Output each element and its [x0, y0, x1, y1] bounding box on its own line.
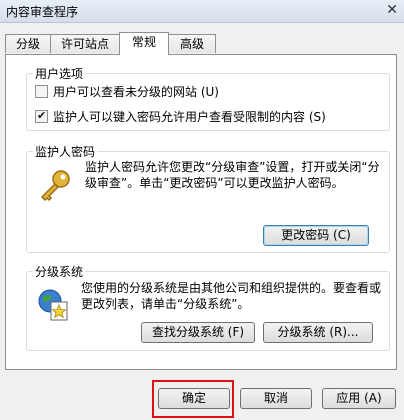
- user-options-group: 用户选项 用户可以查看未分级的网站 (U) 监护人可以键入密码允许用户查看受限制…: [26, 65, 390, 131]
- tab-approved-sites[interactable]: 许可站点: [50, 34, 120, 53]
- find-rating-systems-button[interactable]: 查找分级系统 (F): [141, 322, 255, 343]
- user-options-label: 用户选项: [33, 65, 86, 82]
- rating-systems-button[interactable]: 分级系统 (R)...: [263, 322, 373, 343]
- ok-highlight-box: [152, 380, 234, 418]
- supervisor-description: 监护人密码允许您更改“分级审查”设置，打开或关闭“分级审查”。单击“更改密码”可…: [85, 160, 380, 190]
- supervisor-override-checkbox[interactable]: [35, 109, 48, 123]
- supervisor-password-group: 监护人密码 监护人密码允许您更改“分级审查”设置，打开或关闭“分级审查”。单击“…: [26, 143, 390, 253]
- option-view-unrated[interactable]: 用户可以查看未分级的网站 (U): [35, 83, 219, 99]
- rating-systems-description: 您使用的分级系统是由其他公司和组织提供的。要查看或更改列表，请单击“分级系统”。: [81, 281, 382, 311]
- window-title: 内容审查程序: [6, 5, 79, 19]
- option-supervisor-override[interactable]: 监护人可以键入密码允许用户查看受限制的内容 (S): [35, 108, 326, 124]
- supervisor-password-label: 监护人密码: [33, 143, 98, 160]
- cancel-button[interactable]: 取消: [240, 388, 312, 409]
- tab-general[interactable]: 常规: [119, 32, 169, 55]
- rating-systems-label: 分级系统: [33, 263, 86, 280]
- view-unrated-label: 用户可以查看未分级的网站 (U): [53, 84, 219, 99]
- change-password-button[interactable]: 更改密码 (C): [263, 225, 369, 246]
- supervisor-override-label: 监护人可以键入密码允许用户查看受限制的内容 (S): [53, 109, 326, 124]
- apply-button[interactable]: 应用 (A): [322, 388, 396, 409]
- close-icon[interactable]: ✕: [386, 2, 398, 18]
- rating-document-icon: [38, 289, 68, 321]
- title-bar: 内容审查程序 ✕: [0, 0, 404, 23]
- tab-advanced[interactable]: 高级: [168, 34, 216, 53]
- rating-systems-group: 分级系统 您使用的分级系统是由其他公司和组织提供的。要查看或更改列表，请单击“分…: [26, 263, 390, 351]
- tab-panel-general: 用户选项 用户可以查看未分级的网站 (U) 监护人可以键入密码允许用户查看受限制…: [5, 54, 397, 370]
- view-unrated-checkbox[interactable]: [35, 84, 48, 98]
- key-icon: [40, 170, 70, 202]
- tab-ratings[interactable]: 分级: [5, 34, 51, 53]
